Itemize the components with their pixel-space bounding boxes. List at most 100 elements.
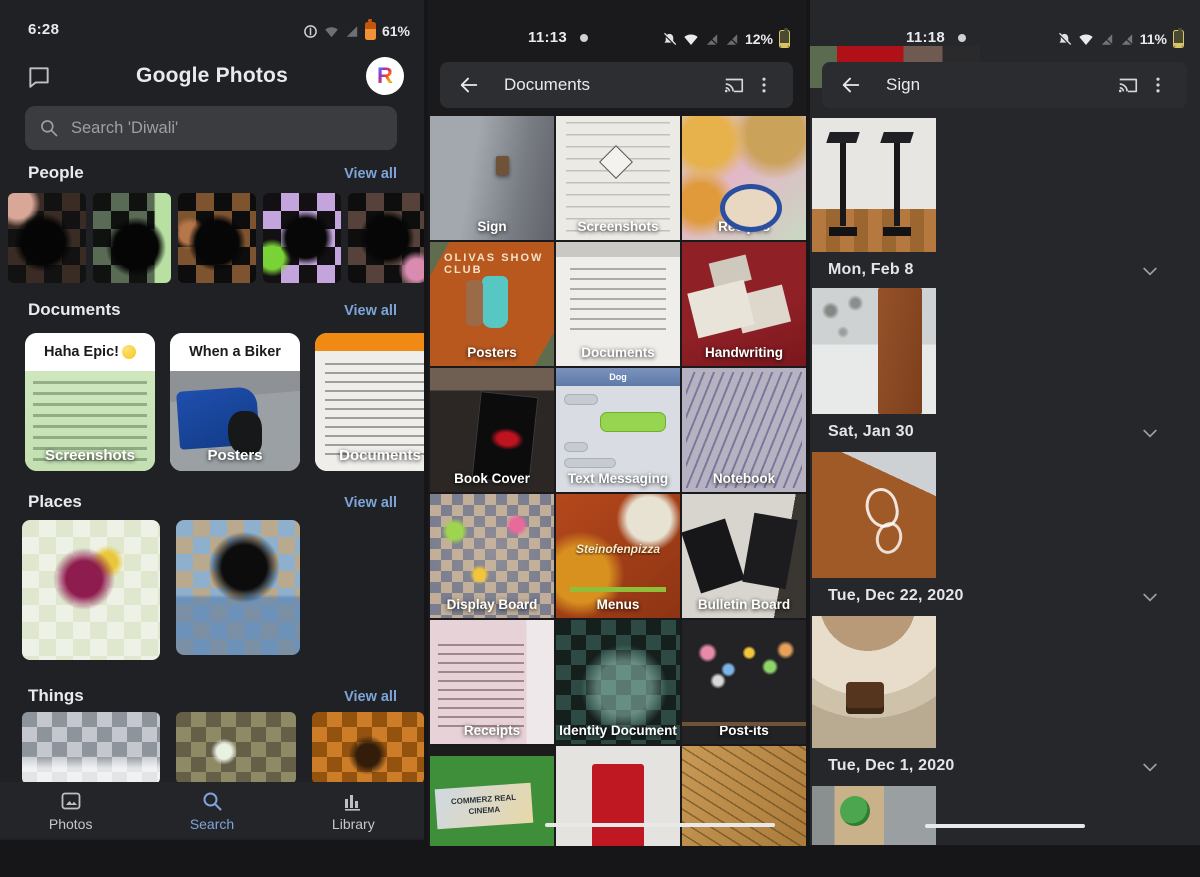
person-thumbnail[interactable] [8,193,86,283]
notifications-muted-icon [1057,32,1072,47]
tile-photo[interactable] [682,746,806,846]
tile-label: Book Cover [432,471,552,486]
category-card-documents[interactable]: Documents [315,333,424,471]
google-photos-search-screen: 6:28 61% Google Photos R Search 'Diwali'… [0,0,424,840]
more-options-button[interactable] [1143,70,1173,100]
search-input[interactable]: Search 'Diwali' [25,106,397,150]
person-thumbnail[interactable] [263,193,341,283]
screen-title: Documents [504,75,719,95]
cast-button[interactable] [1113,70,1143,100]
more-options-button[interactable] [749,70,779,100]
person-thumbnail[interactable] [93,193,171,283]
place-thumbnail[interactable] [22,520,160,660]
tile-recipes[interactable]: Recipes [682,116,806,240]
photo-speaker-stands[interactable] [812,118,936,252]
thing-thumbnail[interactable] [312,712,424,784]
date-group-row: Mon, Feb 8 [810,252,1200,290]
photo-text: Steinofenpizza [556,542,680,556]
tile-text-messaging[interactable]: DogText Messaging [556,368,680,492]
tab-label: Search [190,816,234,832]
status-bar: 11:18 11% [810,26,1200,52]
back-button[interactable] [836,70,866,100]
date-label: Tue, Dec 1, 2020 [828,757,955,775]
gesture-bar[interactable] [545,823,775,827]
tile-menus[interactable]: SteinofenpizzaMenus [556,494,680,618]
documents-view-all-link[interactable]: View all [344,303,397,319]
documents-category-screen: 11:13 12% Documents Sig [428,0,806,846]
header: Google Photos R [0,56,424,102]
place-thumbnail[interactable] [176,520,300,655]
date-label: Mon, Feb 8 [828,261,914,279]
signal-icon [345,25,359,38]
photo-brownie-tray[interactable] [812,616,936,748]
sign-results-screen: 11:18 11% Sign [810,0,1200,845]
person-thumbnail[interactable] [348,193,424,283]
signal-crossed-icon [1100,33,1114,46]
photo-text: COMMERZ REAL CINEMA [435,783,534,830]
cast-button[interactable] [719,70,749,100]
account-avatar[interactable]: R [366,57,404,95]
photo-advent-calendar[interactable] [812,786,936,845]
cast-icon [722,74,746,96]
places-view-all-link[interactable]: View all [344,495,397,511]
tile-bulletin-board[interactable]: Bulletin Board [682,494,806,618]
speaker-stand [826,132,860,236]
places-row [22,520,300,660]
tile-screenshots[interactable]: Screenshots [556,116,680,240]
chevron-down-icon[interactable] [1138,587,1162,607]
back-button[interactable] [454,70,484,100]
status-bar: 11:13 12% [428,26,806,52]
person-thumbnail[interactable] [178,193,256,283]
chevron-down-icon[interactable] [1138,423,1162,443]
tile-label: Sign [432,219,552,234]
places-section-header: Places View all [28,492,397,512]
tile-label: Screenshots [558,219,678,234]
data-saver-icon [303,24,318,39]
date-group-row: Sat, Jan 30 [810,414,1200,452]
photo-graffiti-wall[interactable] [812,452,936,578]
chevron-down-icon[interactable] [1138,261,1162,281]
sms-bubble [564,442,588,452]
date-label: Sat, Jan 30 [828,423,914,441]
battery-percent: 11% [1140,31,1167,47]
card-label: Screenshots [25,447,155,464]
tile-handwriting[interactable]: Handwriting [682,242,806,366]
photo-snow-street[interactable] [812,288,936,414]
tile-notebook[interactable]: Notebook [682,368,806,492]
speaker-stand [880,132,914,236]
tab-photos[interactable]: Photos [0,782,141,838]
tile-receipts[interactable]: Receipts [430,620,554,744]
thing-thumbnail[interactable] [22,712,160,784]
signal-crossed-icon [725,33,739,46]
category-card-screenshots[interactable]: Haha Epic! Screenshots [25,333,155,471]
tile-photo[interactable] [556,746,680,846]
chevron-down-icon[interactable] [1138,757,1162,777]
tile-posters[interactable]: OLIVAS SHOW CLUBPosters [430,242,554,366]
wifi-icon [324,25,339,38]
status-time: 11:18 [906,29,945,46]
category-card-posters[interactable]: When a Biker Posters [170,333,300,471]
date-group-row: Tue, Dec 22, 2020 [810,578,1200,616]
date-group-row: Tue, Dec 1, 2020 [810,748,1200,786]
sms-bubble [564,458,616,468]
tile-label: Display Board [432,597,552,612]
thing-thumbnail[interactable] [176,712,296,784]
things-view-all-link[interactable]: View all [344,689,397,705]
tab-search[interactable]: Search [141,782,282,838]
tile-documents[interactable]: Documents [556,242,680,366]
tile-sign[interactable]: Sign [430,116,554,240]
category-grid: Sign Screenshots Recipes OLIVAS SHOW CLU… [430,116,806,846]
people-view-all-link[interactable]: View all [344,166,397,182]
kebab-menu-icon [1148,75,1168,95]
card-label: Posters [170,447,300,464]
app-bar: Sign [822,62,1187,108]
tile-post-its[interactable]: Post-its [682,620,806,744]
things-row [22,712,424,784]
tile-identity-document[interactable]: Identity Document [556,620,680,744]
tile-photo[interactable]: COMMERZ REAL CINEMA [430,746,554,846]
gesture-bar[interactable] [925,824,1085,828]
photo-text: Dog [556,368,680,386]
tile-book-cover[interactable]: Book Cover [430,368,554,492]
tile-display-board[interactable]: Display Board [430,494,554,618]
tab-library[interactable]: Library [283,782,424,838]
